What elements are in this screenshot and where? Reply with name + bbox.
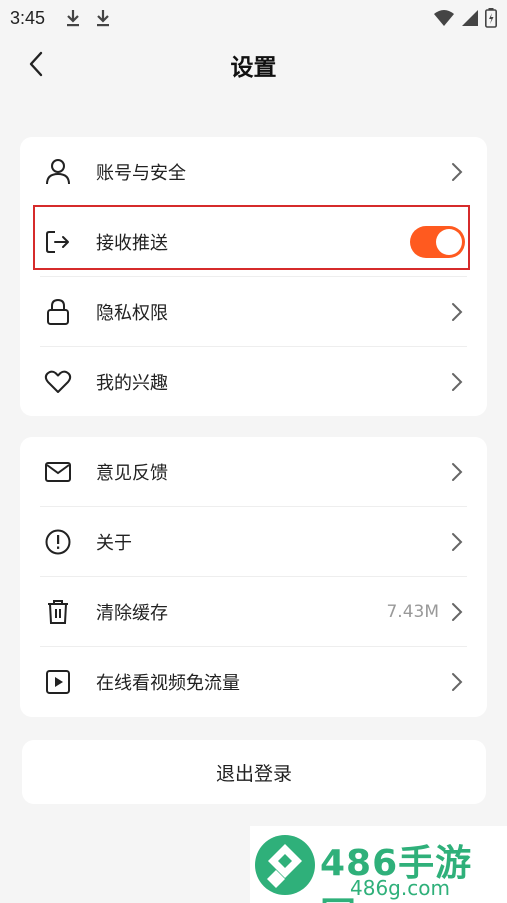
settings-item-receive-push[interactable]: 接收推送	[20, 207, 487, 277]
status-left: 3:45	[10, 8, 111, 29]
settings-item-label: 关于	[96, 533, 132, 554]
download-icons	[65, 8, 111, 28]
play-box-icon	[44, 668, 72, 696]
settings-item-interests[interactable]: 我的兴趣	[20, 347, 487, 417]
page-title: 设置	[230, 55, 277, 81]
lock-icon	[44, 298, 72, 326]
settings-item-privacy[interactable]: 隐私权限	[20, 277, 487, 347]
status-time: 3:45	[10, 7, 46, 28]
trash-icon	[44, 598, 72, 626]
download-icon	[67, 10, 80, 27]
header: 设置	[0, 36, 507, 94]
watermark: 486手游网 486g.com	[250, 826, 507, 903]
wifi-icon	[434, 10, 454, 26]
settings-item-about[interactable]: 关于	[20, 507, 487, 577]
settings-item-feedback[interactable]: 意见反馈	[20, 437, 487, 507]
push-toggle[interactable]	[410, 226, 465, 258]
chevron-right-icon	[449, 462, 465, 482]
info-circle-icon	[44, 528, 72, 556]
logout-arrow-icon	[44, 228, 72, 256]
status-right	[433, 8, 497, 28]
settings-item-label: 账号与安全	[96, 163, 186, 184]
settings-item-label: 隐私权限	[96, 303, 168, 324]
chevron-right-icon	[449, 602, 465, 622]
settings-item-label: 意见反馈	[96, 463, 168, 484]
chevron-right-icon	[449, 672, 465, 692]
chevron-right-icon	[449, 302, 465, 322]
toggle-knob	[436, 229, 462, 255]
settings-item-clear-cache[interactable]: 清除缓存 7.43M	[20, 577, 487, 647]
watermark-subtitle: 486g.com	[350, 876, 450, 900]
logout-button[interactable]: 退出登录	[22, 740, 486, 804]
settings-group-account: 账号与安全 接收推送 隐私权限 我的兴趣	[20, 137, 487, 416]
heart-icon	[44, 368, 72, 396]
download-icon	[97, 10, 110, 27]
user-icon	[44, 158, 72, 186]
settings-item-account-security[interactable]: 账号与安全	[20, 137, 487, 207]
cache-size: 7.43M	[386, 602, 439, 622]
signal-icon	[462, 10, 478, 26]
chevron-right-icon	[449, 532, 465, 552]
status-bar: 3:45	[0, 0, 507, 36]
chevron-right-icon	[449, 372, 465, 392]
chevron-right-icon	[449, 162, 465, 182]
settings-item-label: 我的兴趣	[96, 373, 168, 394]
settings-item-label: 在线看视频免流量	[96, 673, 240, 694]
battery-icon	[485, 8, 497, 28]
settings-item-label: 接收推送	[96, 233, 168, 254]
watermark-logo	[255, 835, 315, 895]
settings-item-label: 清除缓存	[96, 603, 168, 624]
mail-icon	[44, 458, 72, 486]
settings-item-free-video-data[interactable]: 在线看视频免流量	[20, 647, 487, 717]
settings-group-general: 意见反馈 关于 清除缓存 7.43M 在线看视频免流量	[20, 437, 487, 717]
